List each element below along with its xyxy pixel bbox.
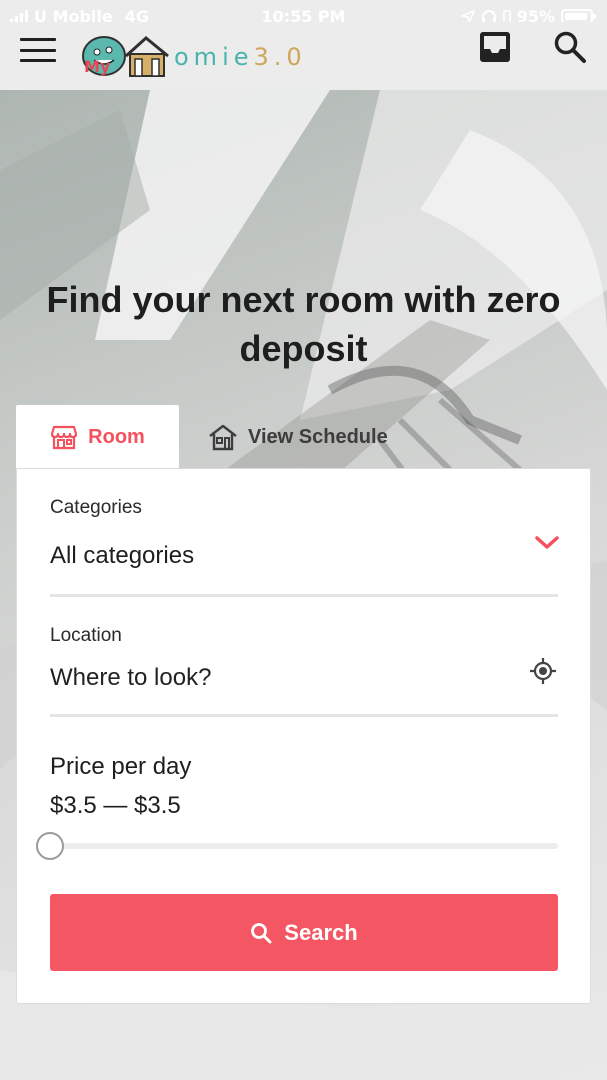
location-label: Location [50, 625, 122, 646]
search-button[interactable]: Search [50, 894, 558, 971]
search-button-icon [251, 922, 272, 943]
tab-view-schedule-label: View Schedule [248, 425, 388, 448]
logo-text: omie [174, 43, 254, 71]
shop-icon [51, 425, 78, 450]
tab-room-label: Room [88, 425, 145, 448]
categories-select[interactable]: All categories [50, 542, 194, 570]
logo-version: 3.0 [253, 43, 307, 71]
search-form-card: Categories All categories Location Where… [16, 468, 591, 1004]
location-input[interactable]: Where to look? [50, 664, 211, 692]
house-icon [209, 424, 237, 451]
tab-room[interactable]: Room [16, 405, 179, 469]
inbox-icon[interactable] [478, 30, 512, 64]
price-slider-handle[interactable] [36, 832, 64, 860]
price-label: Price per day [50, 753, 192, 780]
app-logo[interactable]: My omie3.0 [80, 26, 307, 82]
search-icon[interactable] [553, 30, 587, 64]
locate-icon[interactable] [529, 657, 557, 685]
location-divider [50, 714, 558, 717]
price-slider-track[interactable] [50, 843, 558, 849]
logo-prefix: My [84, 57, 111, 76]
menu-icon[interactable] [20, 38, 56, 62]
logo-wordmark: omie3.0 [174, 43, 307, 71]
price-range-value: $3.5 — $3.5 [50, 792, 181, 819]
logo-mascot-icon: My [82, 36, 169, 77]
app-header: My omie3.0 [0, 22, 607, 90]
chevron-down-icon[interactable] [533, 533, 561, 553]
search-button-label: Search [284, 919, 358, 945]
hero-headline: Find your next room with zero deposit [46, 279, 561, 369]
categories-label: Categories [50, 497, 142, 518]
categories-divider [50, 594, 558, 597]
tab-view-schedule[interactable]: View Schedule [208, 405, 388, 469]
